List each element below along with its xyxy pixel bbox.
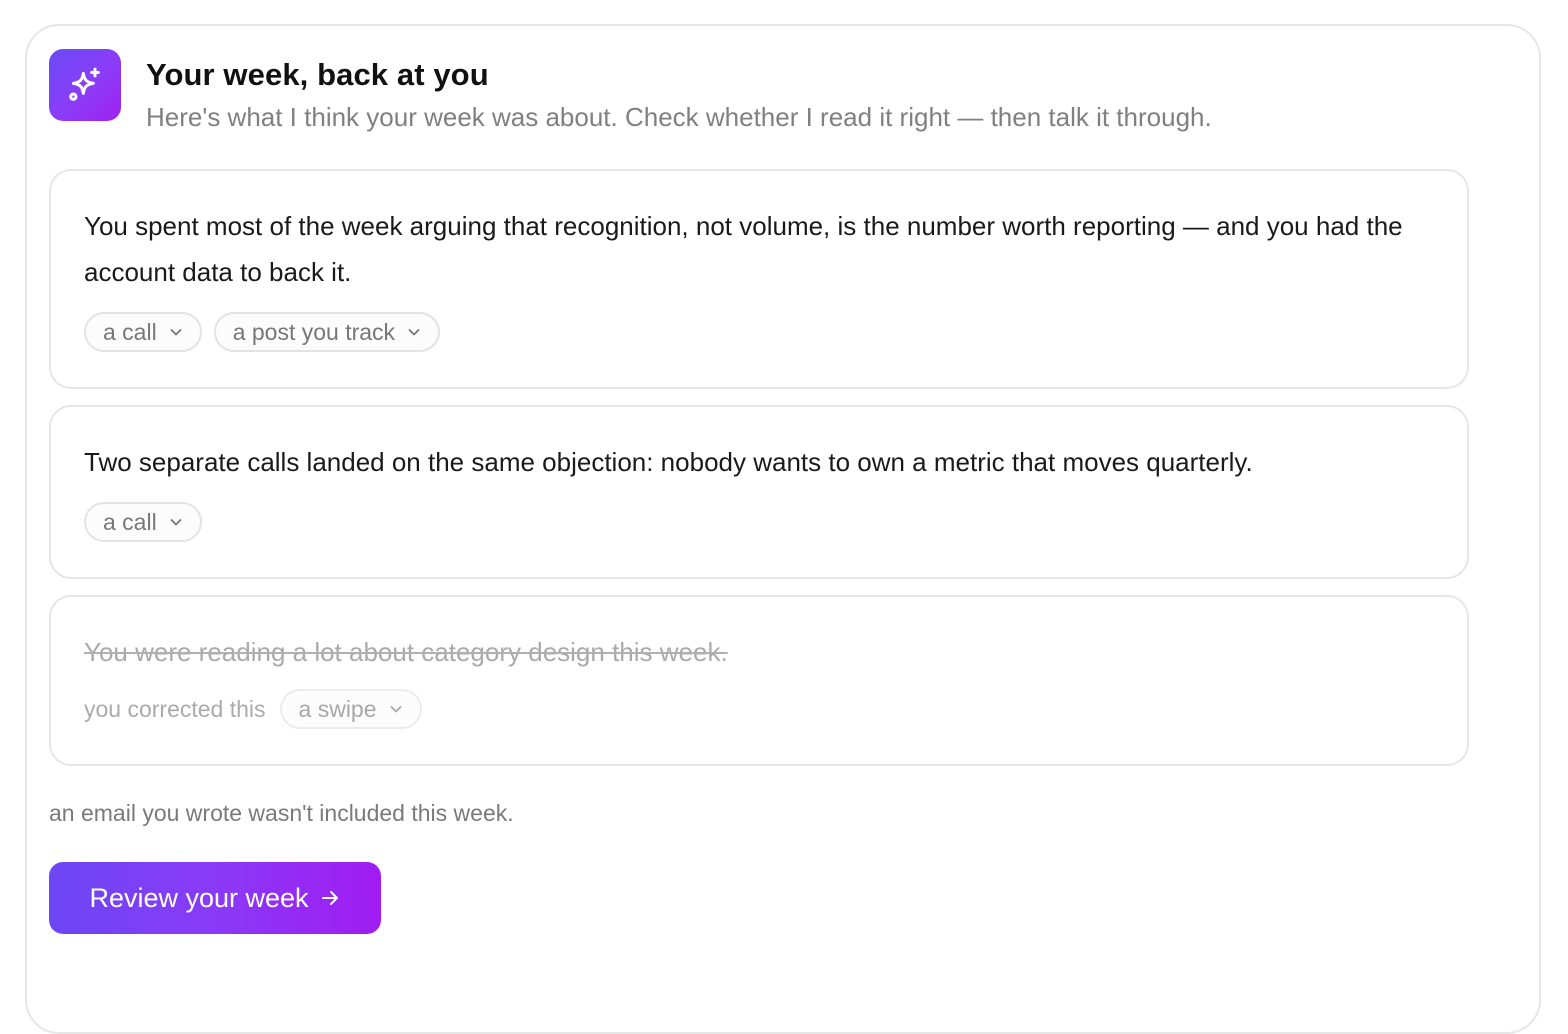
corrected-insight-item: You were reading a lot about category de… [49,595,1469,766]
insight-text: Two separate calls landed on the same ob… [84,447,1253,477]
header-text: Your week, back at you Here's what I thi… [146,53,1212,137]
source-chips: a call a post you track [84,312,1434,352]
source-chip[interactable]: a call [84,502,202,542]
arrow-right-icon [319,887,341,909]
insight-item: Two separate calls landed on the same ob… [49,405,1469,579]
card-subtitle: Here's what I think your week was about.… [146,102,1212,132]
review-week-button[interactable]: Review your week [49,862,381,934]
chevron-down-icon [388,701,404,717]
source-chip[interactable]: a call [84,312,202,352]
source-chip-label: a post you track [232,318,396,345]
chevron-down-icon [168,324,184,340]
sparkles-icon [49,49,121,121]
card-title: Your week, back at you [146,57,489,92]
corrected-label: you corrected this [84,695,266,722]
insight-text-struck: You were reading a lot about category de… [84,637,728,667]
chevron-down-icon [406,324,422,340]
chevron-down-icon [168,514,184,530]
source-chip-label: a call [103,508,157,535]
source-chip[interactable]: a post you track [213,312,441,352]
insight-item: You spent most of the week arguing that … [49,169,1469,389]
source-chip[interactable]: a swipe [279,689,422,729]
insight-text: You spent most of the week arguing that … [84,211,1403,287]
source-chips: a call [84,502,1434,542]
card-header: Your week, back at you Here's what I thi… [49,49,1212,137]
source-chip-label: a swipe [298,695,377,722]
review-week-button-label: Review your week [89,882,309,913]
excluded-source-note: an email you wrote wasn't included this … [49,800,514,826]
source-chips: you corrected this a swipe [84,689,1434,729]
source-chip-label: a call [103,318,157,345]
